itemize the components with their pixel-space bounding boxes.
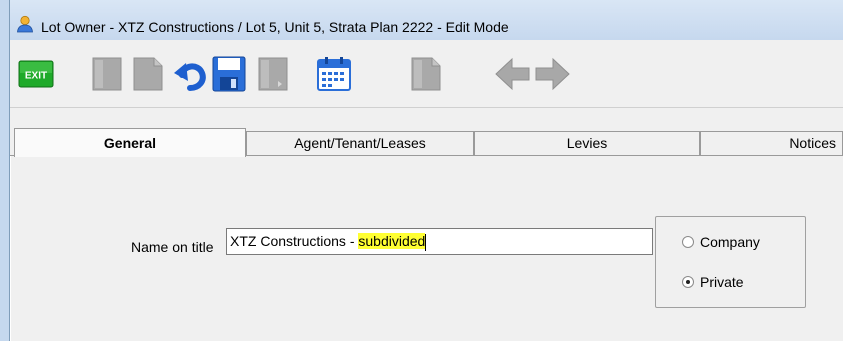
- tab-notices[interactable]: Notices: [700, 131, 843, 156]
- text-caret: [425, 233, 427, 251]
- copy-button[interactable]: [129, 55, 167, 93]
- name-value-text: XTZ Constructions -: [230, 233, 359, 249]
- exit-label: EXIT: [25, 71, 47, 82]
- tab-strip: General Agent/Tenant/Leases Levies Notic…: [10, 108, 843, 157]
- undo-button[interactable]: [172, 55, 210, 93]
- tab-agent-tenant-leases-label: Agent/Tenant/Leases: [294, 135, 426, 151]
- tab-agent-tenant-leases[interactable]: Agent/Tenant/Leases: [246, 131, 474, 156]
- lot-owner-window: Lot Owner - XTZ Constructions / Lot 5, U…: [0, 0, 843, 341]
- document-icon: [92, 57, 122, 91]
- tab-levies-label: Levies: [566, 135, 608, 151]
- tab-general[interactable]: General: [14, 128, 246, 157]
- print-button[interactable]: [254, 55, 292, 93]
- private-radio-label: Private: [700, 274, 744, 290]
- company-radio[interactable]: [682, 236, 694, 248]
- calendar-icon: [317, 57, 351, 91]
- title-bar[interactable]: Lot Owner - XTZ Constructions / Lot 5, U…: [10, 0, 843, 40]
- owner-type-group: Company Private: [655, 216, 806, 308]
- name-on-title-label: Name on title: [131, 239, 214, 255]
- tab-levies[interactable]: Levies: [474, 131, 700, 156]
- tab-notices-label: Notices: [789, 135, 836, 151]
- user-icon: [17, 15, 33, 33]
- general-tab-panel: Name on title XTZ Constructions - subdiv…: [11, 156, 843, 341]
- window-title: Lot Owner - XTZ Constructions / Lot 5, U…: [41, 19, 509, 35]
- exit-button[interactable]: EXIT: [17, 55, 55, 93]
- window-left-border: [0, 0, 10, 341]
- floppy-disk-icon: [212, 56, 246, 92]
- tab-general-label: General: [103, 135, 157, 151]
- arrow-right-icon: [535, 57, 570, 91]
- attach-button[interactable]: [407, 55, 445, 93]
- undo-icon: [174, 63, 206, 91]
- exit-icon: EXIT: [18, 60, 54, 88]
- new-button[interactable]: [88, 55, 126, 93]
- name-value-selection: subdivided: [358, 233, 426, 249]
- private-radio-option[interactable]: Private: [682, 273, 744, 291]
- document-icon: [411, 57, 441, 91]
- document-icon: [133, 57, 163, 91]
- save-button[interactable]: [210, 55, 248, 93]
- company-radio-option[interactable]: Company: [682, 233, 760, 251]
- toolbar: EXIT: [10, 40, 843, 108]
- private-radio[interactable]: [682, 276, 694, 288]
- next-button[interactable]: [533, 55, 571, 93]
- calendar-button[interactable]: [315, 55, 353, 93]
- name-on-title-input[interactable]: XTZ Constructions - subdivided: [226, 228, 653, 255]
- company-radio-label: Company: [700, 234, 760, 250]
- arrow-left-icon: [495, 57, 530, 91]
- previous-button[interactable]: [494, 55, 532, 93]
- document-icon: [258, 57, 288, 91]
